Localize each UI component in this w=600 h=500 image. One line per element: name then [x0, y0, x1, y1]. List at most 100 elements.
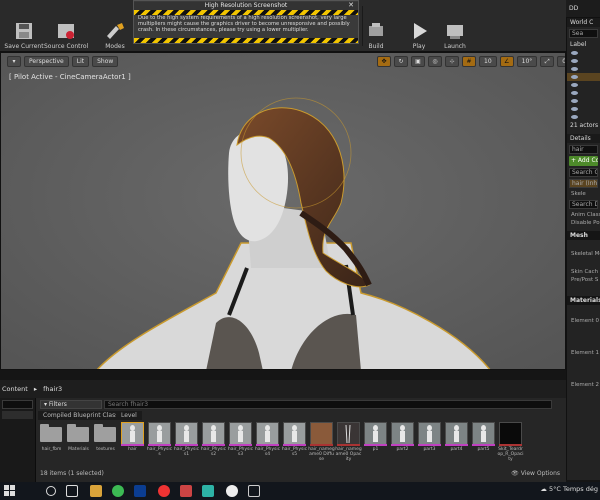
visibility-eye-icon[interactable] [567, 57, 600, 65]
prop-skin-cache: Skin Cach [571, 269, 599, 275]
prop-element-2: Element 2 [571, 382, 600, 388]
chevron-right-icon: ▸ [33, 385, 38, 393]
search-details-input[interactable]: Search D [569, 200, 598, 209]
asset-tile[interactable]: hair_Physics3 [227, 422, 254, 468]
play-button[interactable]: Play [404, 4, 434, 50]
modes-button[interactable]: Modes [98, 4, 132, 50]
asset-tile[interactable]: Skit_Teardrop_R_Opacity [497, 422, 524, 468]
asset-thumbnail [337, 422, 360, 445]
source-control-button[interactable]: Source Control [44, 4, 88, 50]
asset-tile[interactable]: part3 [416, 422, 443, 468]
grid-snap-value[interactable]: 10 [479, 56, 497, 67]
visibility-eye-icon[interactable] [567, 81, 600, 89]
asset-tile[interactable]: part2 [389, 422, 416, 468]
asset-name: hair_namegame0 Diffuse [308, 447, 335, 462]
grid-snap-icon[interactable]: # [462, 56, 476, 67]
texture-thumbnail-icon [345, 424, 351, 444]
asset-thumbnail [121, 422, 144, 445]
asset-thumbnail [472, 422, 495, 445]
rotation-snap-icon[interactable]: ∠ [499, 56, 514, 67]
prop-skeletal-mesh: Skeletal Me [571, 251, 600, 257]
component-hair-item[interactable]: hair (Inh [569, 179, 598, 188]
category-mesh[interactable]: Mesh [567, 231, 600, 240]
visibility-eye-icon[interactable] [567, 97, 600, 105]
asset-tile[interactable]: hair [119, 422, 146, 468]
details-search-input[interactable]: hair [569, 145, 598, 154]
cube-app-icon[interactable] [248, 485, 260, 497]
world-icon[interactable]: ◎ [428, 56, 442, 67]
asset-tile[interactable]: hair_Physics [146, 422, 173, 468]
asset-thumbnail [283, 422, 306, 445]
visibility-eye-icon[interactable] [567, 105, 600, 113]
asset-name: part2 [396, 447, 409, 452]
task-view-icon[interactable] [66, 485, 78, 497]
visibility-eye-icon[interactable] [567, 65, 600, 73]
close-icon[interactable]: ✕ [348, 1, 354, 9]
asset-tile[interactable]: hair_namegame0 Diffuse [308, 422, 335, 468]
asset-tile[interactable]: part4 [443, 422, 470, 468]
view-options-button[interactable]: 👁 View Options [511, 470, 560, 477]
scale-icon[interactable]: ▣ [411, 56, 425, 67]
filter-tag-blueprint[interactable]: Compiled Blueprint Class [38, 411, 124, 420]
rotate-icon[interactable]: ↻ [394, 56, 408, 67]
asset-type-bar [310, 444, 333, 446]
filters-button[interactable]: ▾ Filters [40, 400, 102, 409]
sources-list-item[interactable] [2, 411, 33, 419]
asset-type-bar [175, 444, 198, 446]
asset-tile[interactable]: hair_Physics5 [281, 422, 308, 468]
asset-type-bar [364, 444, 387, 446]
content-root-crumb[interactable]: Content [2, 385, 28, 393]
label-column-header[interactable]: Label [567, 40, 600, 49]
windows-start-icon[interactable] [4, 485, 15, 496]
save-current-button[interactable]: Save Current [4, 4, 44, 50]
rotation-snap-value[interactable]: 10° [516, 56, 538, 67]
search-icon[interactable] [46, 486, 56, 496]
add-component-button[interactable]: + Add Co [569, 156, 598, 166]
viewport-options-button[interactable]: ▾ [7, 56, 21, 67]
chrome-icon[interactable] [112, 485, 124, 497]
search-components-input[interactable]: Search C [569, 168, 598, 177]
visibility-eye-icon[interactable] [567, 73, 600, 81]
asset-search-input[interactable]: Search fhair3 [104, 400, 552, 409]
temperature: 5°C [548, 485, 561, 493]
translate-icon[interactable]: ✥ [377, 56, 391, 67]
lit-button[interactable]: Lit [71, 56, 90, 67]
perspective-button[interactable]: Perspective [24, 56, 69, 67]
component-skeletal-item[interactable]: Skele [567, 190, 600, 198]
asset-tile[interactable]: p1 [362, 422, 389, 468]
surface-snap-icon[interactable]: ⊹ [445, 56, 459, 67]
launch-button[interactable]: Launch [440, 4, 470, 50]
visibility-eye-icon[interactable] [567, 49, 600, 57]
asset-tile[interactable]: textures [92, 422, 119, 468]
show-button[interactable]: Show [92, 56, 119, 67]
level-viewport[interactable]: ▾ Perspective Lit Show [ Pilot Active - … [0, 52, 566, 370]
mesh-thumbnail-icon [292, 425, 297, 442]
sources-search-input[interactable] [2, 400, 33, 409]
asset-tile[interactable]: hair_fbm [38, 422, 65, 468]
path-crumb[interactable]: fhair3 [43, 385, 62, 393]
app-icon[interactable] [202, 485, 214, 497]
filter-tag-level[interactable]: Level [116, 411, 142, 420]
media-icon[interactable] [180, 485, 192, 497]
asset-tile[interactable]: hair_namegame0 Opacity [335, 422, 362, 468]
asset-tile[interactable]: hair_Physics1 [173, 422, 200, 468]
asset-tile[interactable]: Materials [65, 422, 92, 468]
category-materials[interactable]: Materials [567, 296, 600, 305]
file-explorer-icon[interactable] [90, 485, 102, 497]
visibility-eye-icon[interactable] [567, 113, 600, 121]
build-button[interactable]: Build [362, 4, 390, 50]
app-icon[interactable] [134, 485, 146, 497]
asset-tile[interactable]: hair_Physics2 [200, 422, 227, 468]
asset-name: hair_Physics5 [281, 447, 308, 457]
scale-snap-icon[interactable]: ⤢ [540, 56, 555, 67]
visibility-eye-icon[interactable] [567, 89, 600, 97]
outliner-search-input[interactable]: Sea [569, 29, 598, 38]
unreal-engine-icon[interactable] [226, 485, 238, 497]
asset-type-bar [445, 444, 468, 446]
asset-tile[interactable]: hair_Physics4 [254, 422, 281, 468]
world-outliner-tab[interactable]: World C [567, 18, 600, 27]
details-tab[interactable]: Details [567, 134, 600, 143]
opera-icon[interactable] [158, 485, 170, 497]
asset-tile[interactable]: part5 [470, 422, 497, 468]
scale-snap-value[interactable]: 0,25 [557, 56, 565, 67]
